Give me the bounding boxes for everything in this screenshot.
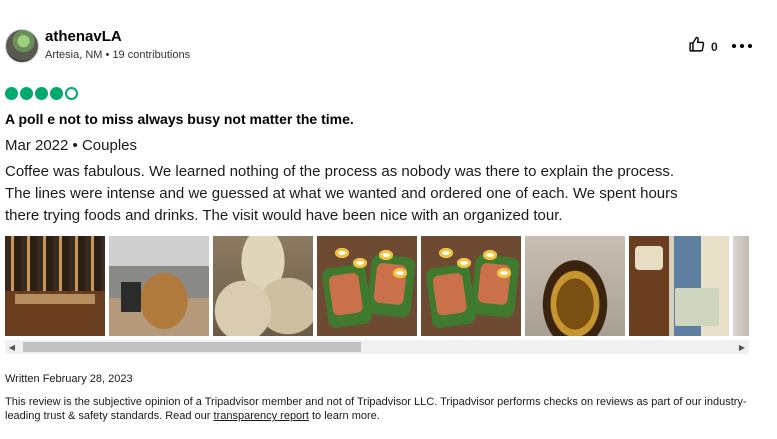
review-photo-strip	[5, 236, 749, 336]
bubble-rating	[5, 87, 78, 100]
more-options-button[interactable]	[732, 39, 752, 53]
reviewer-location: Artesia, NM	[45, 49, 103, 61]
review-body: Coffee was fabulous. We learned nothing …	[5, 161, 765, 227]
rating-bubble-filled	[20, 87, 33, 100]
scrollbar-thumb[interactable]	[23, 342, 361, 352]
avatar[interactable]	[5, 29, 39, 63]
helpful-count: 0	[711, 40, 718, 54]
rating-bubble-filled	[50, 87, 63, 100]
review-photo-partial[interactable]	[733, 236, 749, 336]
helpful-vote-button[interactable]: 0	[688, 36, 718, 58]
dot	[740, 44, 744, 48]
photo-strip-scrollbar[interactable]: ◀ ▶	[5, 340, 749, 354]
scroll-right-arrow-icon[interactable]: ▶	[735, 340, 749, 354]
review-photo[interactable]	[5, 236, 105, 336]
rating-bubble-empty	[65, 87, 78, 100]
review-photo[interactable]	[525, 236, 625, 336]
review-photo[interactable]	[629, 236, 729, 336]
written-date: Written February 28, 2023	[5, 373, 133, 385]
review-date-trip-type: Mar 2022 • Couples	[5, 137, 137, 154]
review-disclaimer: This review is the subjective opinion of…	[5, 395, 750, 423]
review-body-line: Coffee was fabulous. We learned nothing …	[5, 163, 675, 180]
dot	[732, 44, 736, 48]
review-header: athenavLA Artesia, NM • 19 contributions…	[5, 28, 765, 64]
dot	[748, 44, 752, 48]
rating-bubble-filled	[35, 87, 48, 100]
review-photo[interactable]	[421, 236, 521, 336]
reviewer-username[interactable]: athenavLA	[45, 28, 122, 45]
review-photo[interactable]	[213, 236, 313, 336]
review-body-line: The lines were intense and we guessed at…	[5, 185, 678, 202]
review-photo[interactable]	[317, 236, 417, 336]
thumbs-up-icon	[688, 36, 705, 58]
transparency-report-link[interactable]: transparency report	[214, 410, 309, 422]
review-title[interactable]: A poll e not to miss always busy not mat…	[5, 111, 354, 127]
reviewer-contributions: 19 contributions	[112, 49, 191, 61]
meta-separator: •	[102, 49, 113, 61]
review-photo[interactable]	[109, 236, 209, 336]
disclaimer-text-end: to learn more.	[308, 410, 380, 422]
scroll-left-arrow-icon[interactable]: ◀	[5, 340, 19, 354]
reviewer-meta: Artesia, NM • 19 contributions	[45, 49, 190, 61]
review-card: athenavLA Artesia, NM • 19 contributions…	[0, 0, 777, 439]
rating-bubble-filled	[5, 87, 18, 100]
review-body-line: there trying foods and drinks. The visit…	[5, 207, 563, 224]
